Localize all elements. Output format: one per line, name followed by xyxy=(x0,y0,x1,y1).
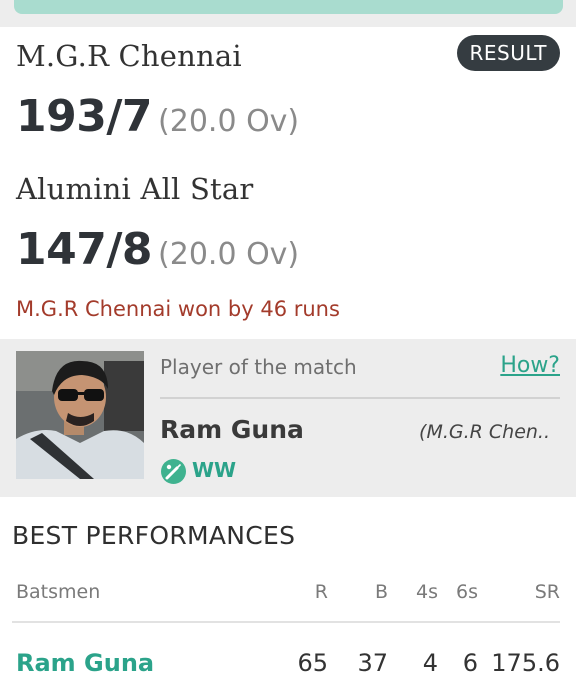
header-balls: B xyxy=(374,581,388,603)
table-row[interactable]: Ram Guna 65 37 4 6 175.6 xyxy=(0,649,576,675)
potm-player-name[interactable]: Ram Guna xyxy=(160,415,304,444)
batsman-sixes: 6 xyxy=(462,649,478,675)
best-performances-section: BEST PERFORMANCES Batsmen R B 4s 6s SR R… xyxy=(0,497,576,675)
potm-role: WW xyxy=(192,458,237,482)
score-card: M.G.R Chennai RESULT 193/7 (20.0 Ov) Alum… xyxy=(0,27,576,339)
top-banner-strip xyxy=(14,0,563,14)
potm-divider xyxy=(160,397,560,399)
best-performances-title: BEST PERFORMANCES xyxy=(12,521,296,550)
team1-name: M.G.R Chennai xyxy=(16,39,242,73)
batsman-runs: 65 xyxy=(297,649,328,675)
team1-score-line: 193/7 (20.0 Ov) xyxy=(16,91,299,142)
batsman-name[interactable]: Ram Guna xyxy=(16,649,154,675)
team2-score: 147/8 xyxy=(16,224,153,275)
batsman-balls: 37 xyxy=(357,649,388,675)
header-batsmen: Batsmen xyxy=(16,581,101,603)
team1-score: 193/7 xyxy=(16,91,153,142)
header-sixes: 6s xyxy=(456,581,478,603)
match-result-text: M.G.R Chennai won by 46 runs xyxy=(16,297,340,321)
header-runs: R xyxy=(314,581,328,603)
potm-label: Player of the match xyxy=(160,355,357,379)
result-badge: RESULT xyxy=(456,35,560,71)
batsman-icon xyxy=(161,459,186,484)
team2-name: Alumini All Star xyxy=(16,172,254,206)
header-strike-rate: SR xyxy=(534,581,560,603)
batsman-strike-rate: 175.6 xyxy=(491,649,560,675)
header-fours: 4s xyxy=(416,581,438,603)
how-link[interactable]: How? xyxy=(500,353,560,378)
table-divider xyxy=(12,621,560,623)
batsman-fours: 4 xyxy=(422,649,438,675)
player-avatar[interactable] xyxy=(16,351,144,479)
player-of-the-match-card[interactable]: Player of the match How? Ram Guna (M.G.R… xyxy=(0,339,576,497)
team2-overs: (20.0 Ov) xyxy=(158,237,300,272)
batsmen-table-header: Batsmen R B 4s 6s SR xyxy=(0,581,576,609)
potm-player-team: (M.G.R Chen.. xyxy=(419,421,550,443)
team1-overs: (20.0 Ov) xyxy=(158,104,300,139)
team2-score-line: 147/8 (20.0 Ov) xyxy=(16,224,299,275)
